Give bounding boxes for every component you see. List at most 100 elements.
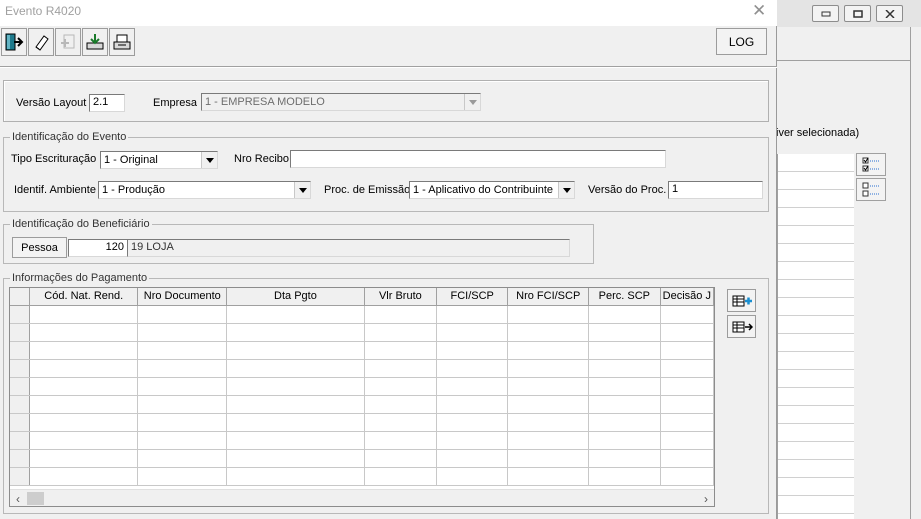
table-row[interactable]	[10, 341, 714, 360]
table-cell[interactable]	[226, 431, 365, 450]
background-grid[interactable]	[777, 154, 854, 519]
nro-recibo-field[interactable]	[290, 150, 666, 168]
table-cell[interactable]	[436, 413, 509, 432]
table-cell[interactable]	[507, 305, 590, 324]
table-cell[interactable]	[436, 323, 509, 342]
remove-row-button[interactable]	[727, 315, 756, 338]
uncheck-all-button[interactable]	[856, 178, 886, 201]
log-button[interactable]: LOG	[716, 28, 767, 55]
row-indicator[interactable]	[10, 431, 31, 450]
table-cell[interactable]	[29, 323, 139, 342]
check-all-button[interactable]	[856, 153, 886, 176]
pagamento-grid[interactable]: Cód. Nat. Rend. Nro Documento Dta Pgto Vlr …	[9, 287, 715, 507]
table-cell[interactable]	[137, 341, 228, 360]
table-cell[interactable]	[660, 413, 714, 432]
close-icon[interactable]: ✕	[752, 1, 766, 21]
table-cell[interactable]	[660, 395, 714, 414]
import-button[interactable]	[82, 28, 108, 56]
table-cell[interactable]	[660, 377, 714, 396]
table-cell[interactable]	[29, 395, 139, 414]
table-cell[interactable]	[29, 431, 139, 450]
column-header[interactable]: FCI/SCP	[436, 288, 509, 306]
table-cell[interactable]	[137, 413, 228, 432]
ambiente-select[interactable]: 1 - Produção	[98, 181, 311, 199]
table-cell[interactable]	[137, 305, 228, 324]
table-cell[interactable]	[364, 359, 438, 378]
scroll-left-icon[interactable]: ‹	[11, 491, 25, 506]
table-cell[interactable]	[507, 323, 590, 342]
row-indicator[interactable]	[10, 341, 31, 360]
row-indicator[interactable]	[10, 413, 31, 432]
column-header[interactable]: Nro Documento	[137, 288, 228, 306]
tipo-escrituracao-select[interactable]: 1 - Original	[100, 151, 218, 169]
table-cell[interactable]	[588, 359, 661, 378]
row-indicator[interactable]	[10, 305, 31, 324]
table-cell[interactable]	[29, 359, 139, 378]
close-button-background[interactable]	[876, 5, 903, 22]
table-cell[interactable]	[588, 431, 661, 450]
table-cell[interactable]	[226, 359, 365, 378]
table-cell[interactable]	[364, 377, 438, 396]
proc-emissao-select[interactable]: 1 - Aplicativo do Contribuinte	[409, 181, 575, 199]
horizontal-scrollbar[interactable]: ‹ ›	[10, 489, 714, 506]
table-cell[interactable]	[226, 305, 365, 324]
column-header[interactable]: Cód. Nat. Rend.	[29, 288, 139, 306]
empresa-select[interactable]: 1 - EMPRESA MODELO	[201, 93, 481, 111]
table-cell[interactable]	[364, 341, 438, 360]
table-cell[interactable]	[507, 377, 590, 396]
column-header[interactable]: Decisão J	[660, 288, 714, 306]
row-indicator[interactable]	[10, 467, 31, 486]
table-cell[interactable]	[436, 359, 509, 378]
table-row[interactable]	[10, 305, 714, 324]
table-cell[interactable]	[137, 467, 228, 486]
table-cell[interactable]	[507, 359, 590, 378]
table-cell[interactable]	[660, 467, 714, 486]
maximize-button[interactable]	[844, 5, 871, 22]
table-cell[interactable]	[364, 449, 438, 468]
table-cell[interactable]	[137, 449, 228, 468]
table-row[interactable]	[10, 377, 714, 396]
table-cell[interactable]	[137, 323, 228, 342]
table-cell[interactable]	[436, 305, 509, 324]
table-cell[interactable]	[226, 449, 365, 468]
table-cell[interactable]	[507, 449, 590, 468]
versao-layout-field[interactable]: 2.1	[89, 94, 125, 112]
table-cell[interactable]	[29, 341, 139, 360]
table-cell[interactable]	[137, 377, 228, 396]
table-cell[interactable]	[29, 467, 139, 486]
clear-button[interactable]	[28, 28, 54, 56]
column-header[interactable]: Perc. SCP	[588, 288, 661, 306]
table-cell[interactable]	[588, 341, 661, 360]
table-cell[interactable]	[588, 323, 661, 342]
table-row[interactable]	[10, 449, 714, 468]
minimize-button[interactable]	[812, 5, 839, 22]
table-cell[interactable]	[507, 413, 590, 432]
table-cell[interactable]	[660, 323, 714, 342]
table-cell[interactable]	[507, 431, 590, 450]
table-row[interactable]	[10, 359, 714, 378]
table-cell[interactable]	[660, 305, 714, 324]
table-cell[interactable]	[137, 359, 228, 378]
table-cell[interactable]	[436, 341, 509, 360]
table-cell[interactable]	[588, 395, 661, 414]
table-cell[interactable]	[364, 413, 438, 432]
table-row[interactable]	[10, 467, 714, 486]
row-indicator[interactable]	[10, 377, 31, 396]
table-row[interactable]	[10, 413, 714, 432]
table-cell[interactable]	[29, 377, 139, 396]
table-cell[interactable]	[137, 431, 228, 450]
table-cell[interactable]	[507, 395, 590, 414]
scroll-thumb[interactable]	[27, 492, 44, 505]
row-indicator[interactable]	[10, 323, 31, 342]
table-cell[interactable]	[29, 449, 139, 468]
table-row[interactable]	[10, 431, 714, 450]
versao-proc-field[interactable]: 1	[668, 181, 763, 199]
table-cell[interactable]	[436, 431, 509, 450]
exit-button[interactable]	[1, 28, 27, 56]
table-cell[interactable]	[29, 413, 139, 432]
table-cell[interactable]	[364, 431, 438, 450]
table-cell[interactable]	[588, 449, 661, 468]
table-cell[interactable]	[436, 395, 509, 414]
column-header[interactable]: Vlr Bruto	[364, 288, 438, 306]
row-indicator[interactable]	[10, 449, 31, 468]
